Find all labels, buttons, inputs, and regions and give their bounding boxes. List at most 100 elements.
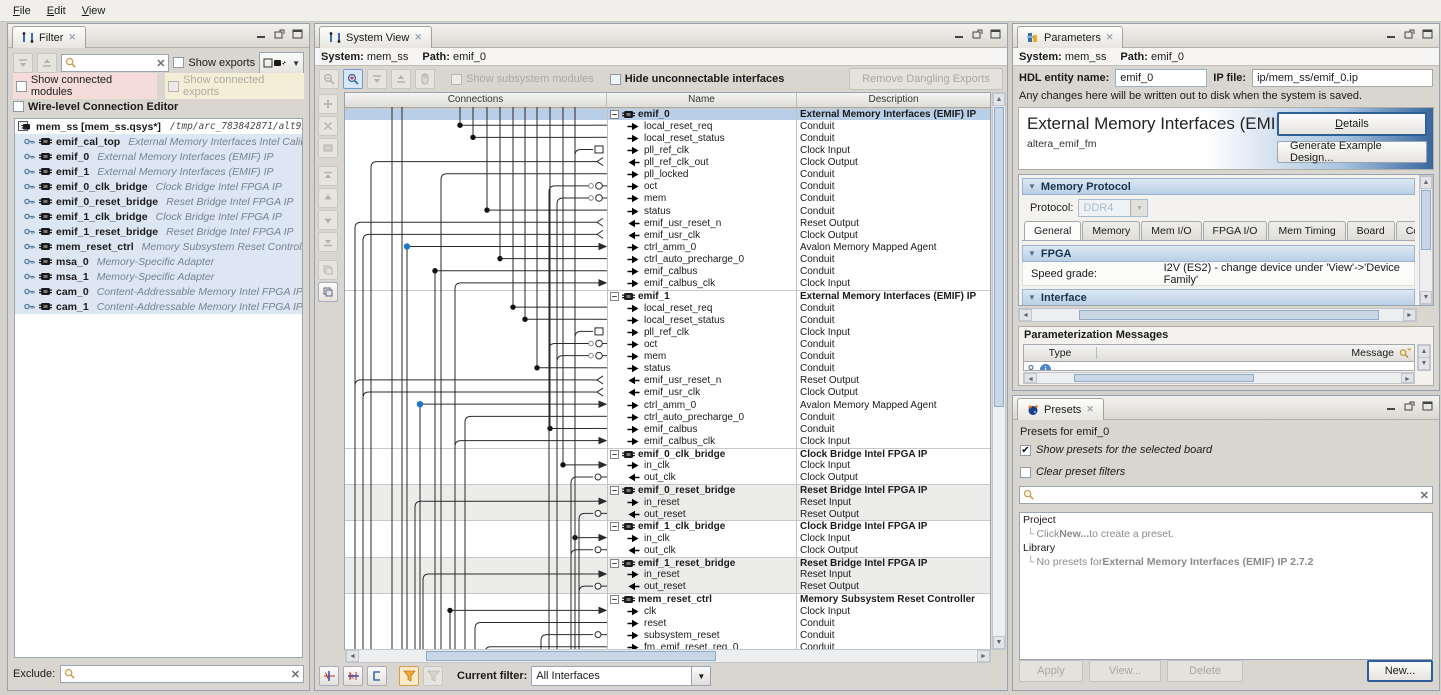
collapse-icon[interactable] [610, 595, 619, 604]
table-row-emif_1-local_reset_status[interactable]: local_reset_statusConduit [345, 314, 990, 326]
table-row-mem_reset_ctrl-reset[interactable]: resetConduit [345, 617, 990, 629]
parameters-tab-close-icon[interactable]: ✕ [1106, 32, 1114, 43]
collapse-icon[interactable] [610, 522, 619, 531]
clear-search-icon[interactable]: ✕ [156, 57, 165, 70]
add-button[interactable] [318, 94, 338, 114]
table-row-emif_0[interactable]: emif_0External Memory Interfaces (EMIF) … [345, 108, 990, 120]
remove-button[interactable] [318, 116, 338, 136]
table-row-emif_0-pll_ref_clk_out[interactable]: pll_ref_clk_outClock Output [345, 157, 990, 169]
maximize-icon[interactable] [1422, 401, 1433, 411]
tab-system-view[interactable]: System View ✕ [319, 26, 432, 48]
table-row-emif_1-status[interactable]: statusConduit [345, 363, 990, 375]
clear-exclude-icon[interactable]: ✕ [291, 668, 300, 681]
messages-vertical-scrollbar[interactable]: ▲ ▼ [1417, 344, 1431, 371]
tree-item-msa_1[interactable]: msa_1Memory-Specific Adapter [15, 269, 302, 284]
float-icon[interactable] [1404, 401, 1415, 411]
tree-item-emif_1_clk_bridge[interactable]: emif_1_clk_bridgeClock Bridge Intel FPGA… [15, 209, 302, 224]
table-row-emif_1_clk_bridge[interactable]: emif_1_clk_bridgeClock Bridge Intel FPGA… [345, 520, 990, 532]
float-icon[interactable] [972, 29, 983, 39]
messages-horizontal-scrollbar[interactable]: ◄ ► [1023, 372, 1415, 384]
tree-item-emif_0_reset_bridge[interactable]: emif_0_reset_bridgeReset Bridge Intel FP… [15, 194, 302, 209]
tab-filter[interactable]: Filter ✕ [12, 26, 86, 48]
param-vertical-scrollbar[interactable]: ▲ ▼ [1419, 175, 1433, 305]
collapse-all-button[interactable] [13, 53, 33, 73]
table-row-emif_1-emif_calbus[interactable]: emif_calbusConduit [345, 423, 990, 435]
param-tab-board[interactable]: Board [1347, 221, 1395, 240]
details-button[interactable]: Details [1277, 112, 1427, 136]
zoom-out-button[interactable] [319, 69, 339, 89]
show-connected-exports-checkbox[interactable]: Show connected exports [165, 73, 304, 99]
section-memory-protocol[interactable]: ▼Memory Protocol [1022, 178, 1415, 195]
column-header-connections[interactable]: Connections [345, 93, 607, 107]
maximize-icon[interactable] [990, 29, 1001, 39]
clear-preset-filters-checkbox[interactable]: Clear preset filters [1020, 466, 1125, 478]
table-row-emif_1_reset_bridge-out_reset[interactable]: out_resetReset Output [345, 581, 990, 593]
table-row-emif_0-oct[interactable]: octConduit [345, 181, 990, 193]
show-connections-icon[interactable] [367, 666, 387, 686]
table-row-emif_0-pll_ref_clk[interactable]: pll_ref_clkClock Input [345, 144, 990, 156]
param-tab-mem-i-o[interactable]: Mem I/O [1141, 221, 1201, 240]
new-button[interactable]: New... [1367, 660, 1433, 682]
table-row-emif_0-local_reset_req[interactable]: local_reset_reqConduit [345, 120, 990, 132]
table-row-emif_0-mem[interactable]: memConduit [345, 193, 990, 205]
show-exports-checkbox[interactable] [173, 57, 184, 69]
pan-button[interactable] [415, 69, 435, 89]
table-row-emif_1-emif_calbus_clk[interactable]: emif_calbus_clkClock Input [345, 435, 990, 447]
table-row-emif_1-ctrl_amm_0[interactable]: ctrl_amm_0Avalon Memory Mapped Agent [345, 399, 990, 411]
minimize-icon[interactable] [1386, 401, 1397, 411]
table-row-emif_1-oct[interactable]: octConduit [345, 338, 990, 350]
collapse-icon[interactable] [610, 486, 619, 495]
tree-item-emif_0_clk_bridge[interactable]: emif_0_clk_bridgeClock Bridge Intel FPGA… [15, 179, 302, 194]
table-row-emif_0-emif_calbus[interactable]: emif_calbusConduit [345, 266, 990, 278]
tree-item-emif_0[interactable]: emif_0External Memory Interfaces (EMIF) … [15, 149, 302, 164]
edit-button[interactable] [318, 138, 338, 158]
table-row-emif_1-ctrl_auto_precharge_0[interactable]: ctrl_auto_precharge_0Conduit [345, 411, 990, 423]
table-row-emif_1_clk_bridge-out_clk[interactable]: out_clkClock Output [345, 545, 990, 557]
tree-item-cam_1[interactable]: cam_1Content-Addressable Memory Intel FP… [15, 299, 302, 314]
message-column-type[interactable]: Type [1024, 347, 1097, 359]
system-view-tab-close-icon[interactable]: ✕ [414, 32, 422, 43]
hide-unconnectable-checkbox[interactable]: Hide unconnectable interfaces [610, 73, 785, 85]
ip-file-field[interactable]: ip/mem_ss/emif_0.ip [1252, 69, 1433, 87]
duplicate-button[interactable] [318, 260, 338, 280]
tab-presets[interactable]: Presets ✕ [1017, 398, 1104, 420]
expand-all-button[interactable] [37, 53, 57, 73]
table-row-emif_0-status[interactable]: statusConduit [345, 205, 990, 217]
table-horizontal-scrollbar[interactable]: ◄ ► [345, 649, 991, 663]
tree-item-emif_1[interactable]: emif_1External Memory Interfaces (EMIF) … [15, 164, 302, 179]
table-row-emif_0_reset_bridge[interactable]: emif_0_reset_bridgeReset Bridge Intel FP… [345, 484, 990, 496]
collapse-icon[interactable] [610, 559, 619, 568]
message-group-row[interactable]: i [1024, 362, 1414, 371]
collapse-icon[interactable] [610, 110, 619, 119]
minimize-icon[interactable] [256, 29, 267, 39]
show-reset-crossings-icon[interactable]: ft [343, 666, 363, 686]
maximize-icon[interactable] [1422, 29, 1433, 39]
table-row-emif_0-emif_calbus_clk[interactable]: emif_calbus_clkClock Input [345, 278, 990, 290]
table-row-emif_0_clk_bridge[interactable]: emif_0_clk_bridgeClock Bridge Intel FPGA… [345, 448, 990, 460]
tree-item-emif_1_reset_bridge[interactable]: emif_1_reset_bridgeReset Bridge Intel FP… [15, 224, 302, 239]
move-top-button[interactable] [318, 166, 338, 186]
table-row-emif_0-emif_usr_clk[interactable]: emif_usr_clkClock Output [345, 229, 990, 241]
collapse-all-button[interactable] [367, 69, 387, 89]
table-row-emif_1[interactable]: emif_1External Memory Interfaces (EMIF) … [345, 290, 990, 302]
collapse-icon[interactable] [610, 292, 619, 301]
section-interface[interactable]: ▼Interface [1022, 289, 1415, 306]
delete-button[interactable]: Delete [1167, 660, 1243, 682]
view-button[interactable]: View... [1089, 660, 1161, 682]
copy-button[interactable] [318, 282, 338, 302]
apply-button[interactable]: Apply [1019, 660, 1083, 682]
param-tab-fpga-i-o[interactable]: FPGA I/O [1203, 221, 1268, 240]
table-row-emif_1-emif_usr_clk[interactable]: emif_usr_clkClock Output [345, 387, 990, 399]
zoom-in-button[interactable] [343, 69, 363, 89]
expand-all-button[interactable] [391, 69, 411, 89]
column-header-name[interactable]: Name [607, 93, 797, 107]
tree-item-mem_reset_ctrl[interactable]: mem_reset_ctrlMemory Subsystem Reset Con… [15, 239, 302, 254]
table-vertical-scrollbar[interactable]: ▲ ▼ [992, 92, 1006, 650]
move-down-button[interactable] [318, 210, 338, 230]
table-row-emif_0-local_reset_status[interactable]: local_reset_statusConduit [345, 132, 990, 144]
table-row-emif_1-local_reset_req[interactable]: local_reset_reqConduit [345, 302, 990, 314]
message-column-message[interactable]: Message [1097, 347, 1398, 359]
table-row-emif_1-mem[interactable]: memConduit [345, 351, 990, 363]
wire-level-checkbox[interactable] [13, 101, 24, 113]
table-row-emif_0_clk_bridge-in_clk[interactable]: in_clkClock Input [345, 460, 990, 472]
